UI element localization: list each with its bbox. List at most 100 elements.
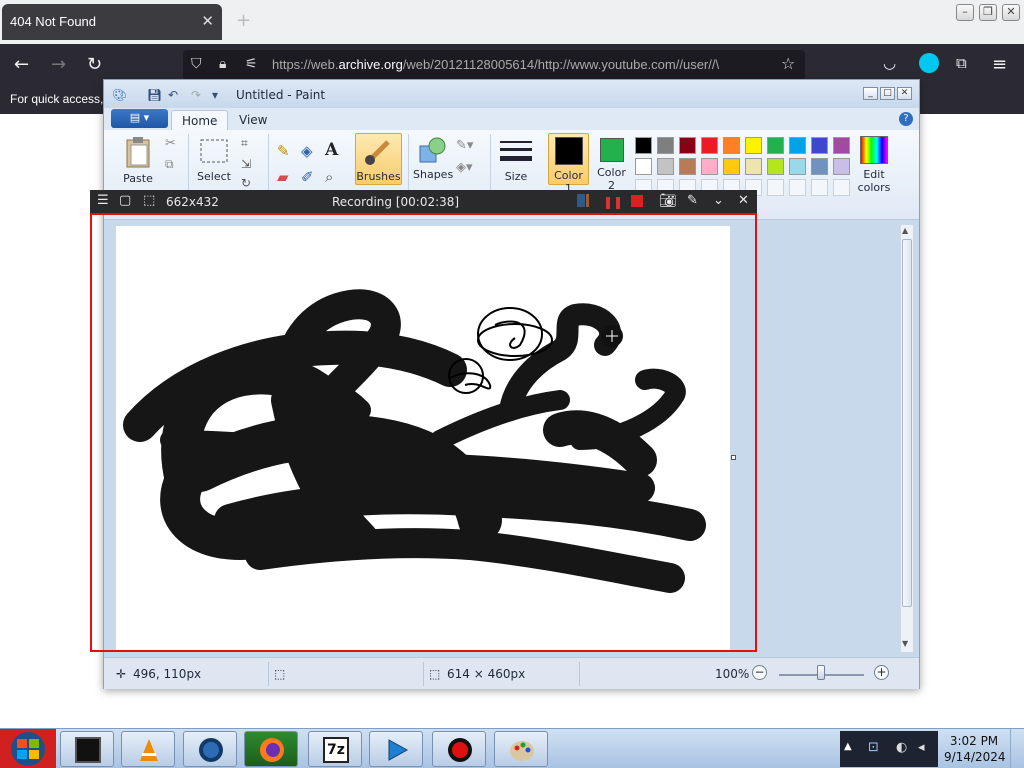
recorder-menu-icon[interactable]: ☰ [97, 193, 109, 208]
rotate-icon[interactable]: ↻ [241, 176, 251, 190]
tab-close-icon[interactable]: ✕ [201, 12, 214, 30]
scroll-down-icon[interactable]: ▼ [902, 639, 908, 648]
redo-icon[interactable]: ↷ [191, 88, 201, 102]
taskbar-vlc-player[interactable] [121, 731, 175, 767]
menu-icon[interactable]: ≡ [992, 54, 1007, 75]
scroll-up-icon[interactable]: ▲ [902, 226, 908, 235]
palette-swatch[interactable] [657, 158, 674, 175]
text-tool-icon[interactable]: A [325, 140, 338, 160]
palette-swatch[interactable] [635, 158, 652, 175]
pencil-icon[interactable]: ✎ [277, 142, 290, 160]
close-window-icon[interactable]: ✕ [1002, 4, 1020, 21]
palette-swatch-empty[interactable] [767, 179, 784, 196]
magnifier-icon[interactable]: ⌕ [325, 168, 333, 186]
taskbar-screen-recorder[interactable] [432, 731, 486, 767]
palette-swatch[interactable] [657, 137, 674, 154]
taskbar-network[interactable] [183, 731, 237, 767]
taskbar-7zip[interactable]: 7z [308, 731, 362, 767]
collapse-icon[interactable]: ⌄ [713, 193, 724, 208]
tab-404[interactable]: 404 Not Found ✕ [2, 4, 222, 40]
extensions-icon[interactable]: ⧉ [956, 54, 967, 72]
shape-fill-icon[interactable]: ◈▾ [456, 160, 473, 175]
palette-swatch[interactable] [833, 158, 850, 175]
vertical-scrollbar[interactable]: ▲ ▼ [900, 225, 913, 652]
taskbar-firefox[interactable] [244, 731, 298, 767]
palette-swatch[interactable] [723, 158, 740, 175]
pocket-icon[interactable]: ◡ [883, 54, 896, 72]
taskbar-clock[interactable]: 3:02 PM 9/14/2024 [944, 733, 1006, 765]
paint-file-menu[interactable]: ▤ ▾ [111, 109, 168, 128]
palette-swatch-empty[interactable] [789, 179, 806, 196]
forward-icon[interactable]: → [51, 54, 66, 75]
color1-button[interactable]: Color 1 [548, 133, 589, 195]
fill-icon[interactable]: ◈ [301, 142, 313, 160]
paint-maximize-icon[interactable]: □ [880, 87, 895, 100]
paint-minimize-icon[interactable]: _ [863, 87, 878, 100]
palette-swatch[interactable] [767, 137, 784, 154]
tab-home[interactable]: Home [171, 110, 229, 130]
palette-swatch[interactable] [811, 158, 828, 175]
permissions-icon[interactable]: ⚟ [245, 56, 258, 72]
pen-icon[interactable]: ✎ [687, 193, 698, 208]
palette-swatch[interactable] [723, 137, 740, 154]
zoom-in-button[interactable]: + [874, 665, 889, 680]
start-button[interactable] [0, 729, 56, 768]
palette-swatch[interactable] [833, 137, 850, 154]
show-desktop-button[interactable] [1010, 729, 1024, 768]
recorder-close-icon[interactable]: ✕ [738, 193, 749, 208]
size-button[interactable]: Size [497, 138, 535, 183]
palette-swatch[interactable] [701, 137, 718, 154]
edit-colors-button[interactable]: Edit colors [853, 136, 895, 194]
back-icon[interactable]: ← [14, 54, 29, 75]
undo-icon[interactable]: ↶ [168, 88, 178, 102]
account-icon[interactable] [919, 53, 939, 73]
eraser-icon[interactable]: ▰ [277, 168, 289, 186]
paint-close-icon[interactable]: ✕ [897, 87, 912, 100]
palette-swatch[interactable] [701, 158, 718, 175]
taskbar-terminal[interactable] [60, 731, 114, 767]
palette-swatch-empty[interactable] [833, 179, 850, 196]
url-bar[interactable]: ⛉ 🔒︎ ⚟ https://web.archive.org/web/20121… [183, 50, 805, 80]
recorder-region-icon[interactable]: ▢ [119, 193, 131, 208]
copy-icon[interactable]: ⧉ [165, 157, 174, 172]
camera-icon[interactable]: 📷︎ [659, 193, 677, 209]
new-tab-icon[interactable]: + [236, 10, 251, 31]
crop-icon[interactable]: ⌗ [241, 136, 248, 151]
palette-swatch-empty[interactable] [811, 179, 828, 196]
palette-swatch[interactable] [767, 158, 784, 175]
color2-button[interactable]: Color 2 [591, 133, 632, 192]
taskbar-media-player[interactable] [369, 731, 423, 767]
palette-swatch[interactable] [635, 137, 652, 154]
palette-swatch[interactable] [789, 158, 806, 175]
recorder-size-icon[interactable]: ⬚ [143, 193, 155, 208]
brushes-button[interactable]: Brushes [355, 133, 402, 185]
palette-swatch[interactable] [745, 137, 762, 154]
cut-icon[interactable]: ✂ [165, 136, 176, 151]
outline-icon[interactable]: ✎▾ [456, 138, 473, 153]
save-icon[interactable]: 💾︎ [147, 88, 162, 102]
tab-view[interactable]: View [229, 110, 277, 130]
palette-swatch[interactable] [811, 137, 828, 154]
reload-icon[interactable]: ↻ [87, 54, 102, 75]
minimize-icon[interactable]: – [956, 4, 974, 21]
palette-swatch[interactable] [679, 158, 696, 175]
pause-icon[interactable]: ❚❚ [603, 195, 623, 209]
help-icon[interactable]: ? [899, 112, 913, 126]
shield-icon[interactable]: ⛉ [191, 56, 202, 72]
star-icon[interactable]: ☆ [781, 54, 795, 73]
zoom-slider-thumb[interactable] [817, 665, 825, 680]
system-tray[interactable]: ▲ ⊡ ◐ ◂ [840, 731, 938, 767]
palette-swatch[interactable] [789, 137, 806, 154]
shapes-button[interactable]: Shapes [413, 136, 453, 181]
url-text[interactable]: https://web.archive.org/web/201211280056… [272, 57, 762, 72]
select-button[interactable]: Select [194, 138, 234, 183]
resize-icon[interactable]: ⇲ [241, 157, 251, 171]
stop-icon[interactable] [631, 195, 643, 207]
paste-button[interactable]: Paste [118, 136, 158, 185]
palette-swatch[interactable] [745, 158, 762, 175]
zoom-out-button[interactable]: − [752, 665, 767, 680]
taskbar-paint[interactable] [494, 731, 548, 767]
scroll-thumb[interactable] [902, 239, 912, 607]
customize-quick-access-icon[interactable]: ▾ [212, 88, 218, 102]
restore-icon[interactable]: ❐ [979, 4, 997, 21]
